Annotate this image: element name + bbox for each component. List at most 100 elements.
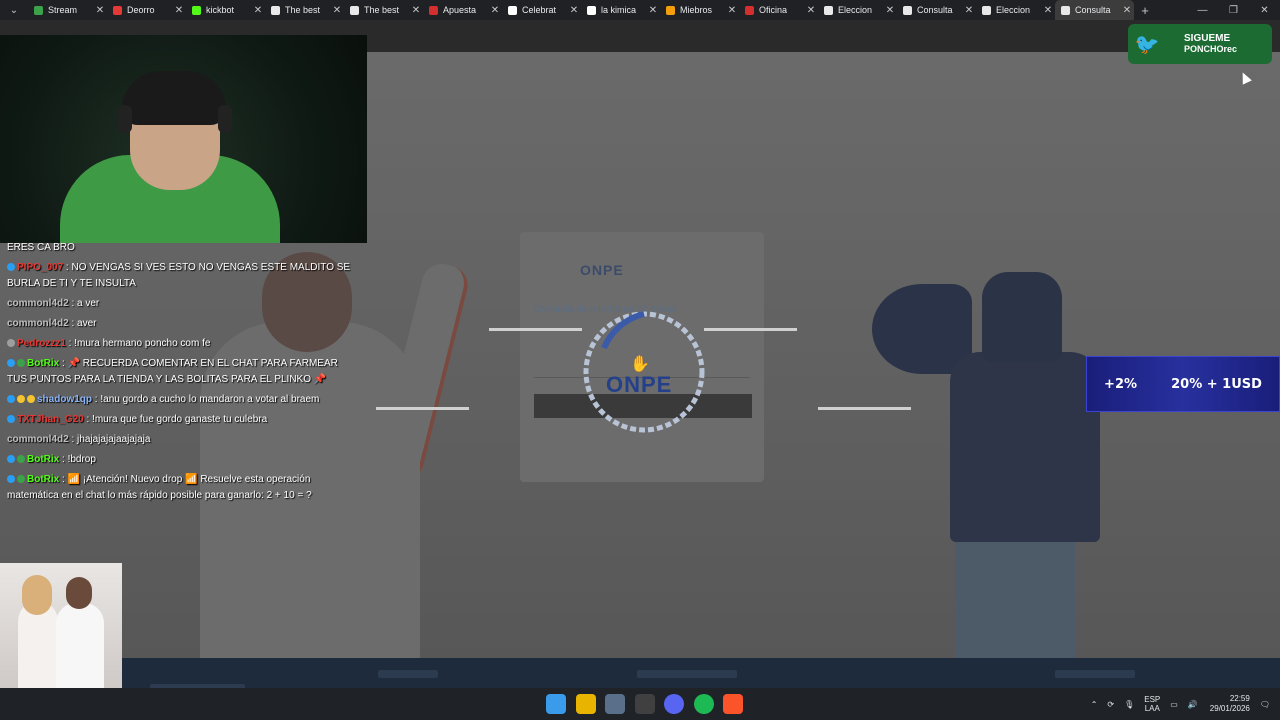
browser-tab[interactable]: Eleccion ✕ — [976, 0, 1055, 20]
chat-username[interactable]: BotRix — [27, 474, 59, 485]
windows-taskbar: ⌃ ⟳ 🎙 ESP LAA ▭ 🔊 22:59 29/01/2026 🗨 — [0, 688, 1280, 720]
megaphone-illustration — [872, 284, 972, 374]
chat-badge-icon — [7, 475, 15, 484]
clock-date: 29/01/2026 — [1209, 704, 1250, 713]
browser-tab[interactable]: Consulta ✕ — [897, 0, 976, 20]
footer-text — [378, 670, 438, 678]
loading-line — [818, 407, 911, 410]
discord-icon[interactable] — [664, 694, 684, 714]
browser-tab[interactable]: Celebrat ✕ — [502, 0, 581, 20]
chat-separator: : — [63, 262, 72, 273]
chat-username[interactable]: commonl4d2 — [7, 298, 69, 309]
footer-text — [637, 670, 737, 678]
window-controls: — ❐ ✕ — [1187, 5, 1280, 16]
notification-icon[interactable]: 🗨 — [1260, 700, 1270, 709]
ad-banner-left: +2% — [1104, 376, 1138, 392]
clock-time: 22:59 — [1229, 694, 1250, 703]
tab-favicon-icon — [903, 5, 912, 15]
browser-tab[interactable]: Consulta ✕ — [1055, 0, 1134, 20]
chat-username[interactable]: shadow1qp — [37, 394, 92, 405]
tab-close-icon[interactable]: ✕ — [962, 5, 976, 16]
browser-tab[interactable]: la kimica ✕ — [581, 0, 660, 20]
browser-tab[interactable]: Miebros ✕ — [660, 0, 739, 20]
tab-label: Oficina — [759, 5, 788, 15]
chat-username[interactable]: PIPO_007 — [17, 262, 63, 273]
chat-text: !mura hermano poncho com fe — [74, 338, 211, 349]
browser-tab[interactable]: The best ✕ — [344, 0, 423, 20]
chat-text: a ver — [77, 298, 100, 309]
tab-close-icon[interactable]: ✕ — [883, 5, 897, 16]
onpe-hand-icon: ✋ — [630, 356, 650, 373]
tab-label: Apuesta — [443, 5, 477, 15]
chrome-icon[interactable] — [575, 694, 596, 714]
chat-username[interactable]: commonl4d2 — [7, 318, 69, 329]
tab-close-icon[interactable]: ✕ — [409, 5, 423, 16]
windows-start-icon[interactable] — [546, 694, 566, 714]
chat-message: commonl4d2 : a ver — [0, 294, 360, 314]
photo-person-head — [22, 575, 52, 615]
obs-icon[interactable] — [634, 694, 655, 714]
chat-separator: : — [59, 454, 68, 465]
browser-tab[interactable]: kickbot ✕ — [186, 0, 265, 20]
chat-username[interactable]: Pedrozzz1 — [17, 338, 66, 349]
chat-badge-icon — [7, 339, 15, 348]
brave-icon[interactable] — [723, 694, 743, 714]
tab-close-icon[interactable]: ✕ — [251, 5, 265, 16]
volume-icon[interactable]: 🔊 — [1188, 700, 1198, 709]
maximize-button[interactable]: ❐ — [1218, 5, 1249, 16]
chat-badge-icon — [7, 359, 15, 368]
tab-favicon-icon — [666, 5, 675, 15]
tab-close-icon[interactable]: ✕ — [725, 5, 739, 16]
chat-message: BotRix : 📶 ¡Atención! Nuevo drop 📶 Resue… — [0, 470, 360, 506]
browser-tab[interactable]: Deorro ✕ — [107, 0, 186, 20]
ad-banner: +2% 20% + 1USD — [1086, 356, 1280, 412]
tab-search-icon[interactable]: ⌄ — [0, 0, 28, 20]
tab-label: The best — [364, 5, 400, 15]
chat-separator: : — [59, 358, 68, 369]
chat-message: BotRix : !bdrop — [0, 450, 360, 470]
loading-line — [376, 407, 469, 410]
tab-close-icon[interactable]: ✕ — [804, 5, 818, 16]
chat-badge-icon — [27, 395, 35, 404]
tab-close-icon[interactable]: ✕ — [330, 5, 344, 16]
chat-username[interactable]: commonl4d2 — [7, 434, 69, 445]
tab-close-icon[interactable]: ✕ — [1120, 5, 1134, 16]
browser-tab[interactable]: Oficina ✕ — [739, 0, 818, 20]
tab-favicon-icon — [350, 5, 359, 15]
network-icon[interactable]: ▭ — [1170, 700, 1178, 709]
tab-favicon-icon — [192, 5, 201, 15]
streamer-hair — [122, 71, 226, 125]
spotify-icon[interactable] — [693, 694, 714, 714]
browser-tab[interactable]: Apuesta ✕ — [423, 0, 502, 20]
tab-close-icon[interactable]: ✕ — [172, 5, 186, 16]
microphone-icon[interactable]: 🎙 — [1124, 700, 1134, 709]
site-footer — [0, 658, 1280, 688]
tab-close-icon[interactable]: ✕ — [93, 5, 107, 16]
clock[interactable]: 22:59 29/01/2026 — [1210, 694, 1250, 714]
chat-separator: : — [83, 414, 93, 425]
sync-icon[interactable]: ⟳ — [1107, 700, 1114, 709]
chat-text: aver — [77, 318, 97, 329]
new-tab-button[interactable]: + — [1134, 3, 1156, 18]
chat-badge-icon — [7, 395, 15, 404]
steam-icon[interactable] — [605, 694, 625, 714]
tab-close-icon[interactable]: ✕ — [646, 5, 660, 16]
chat-username[interactable]: TXTJhan_G20 — [17, 414, 84, 425]
tab-label: Eleccion — [838, 5, 873, 15]
chat-username[interactable]: BotRix — [27, 454, 59, 465]
chevron-up-icon[interactable]: ⌃ — [1091, 700, 1098, 709]
tab-close-icon[interactable]: ✕ — [567, 5, 581, 16]
loading-line — [704, 328, 797, 331]
close-window-button[interactable]: ✕ — [1249, 5, 1280, 16]
tab-favicon-icon — [587, 5, 596, 15]
browser-tab[interactable]: The best ✕ — [265, 0, 344, 20]
browser-tab[interactable]: Eleccion ✕ — [818, 0, 897, 20]
tab-close-icon[interactable]: ✕ — [488, 5, 502, 16]
chat-username[interactable]: BotRix — [27, 358, 59, 369]
language-indicator[interactable]: ESP LAA — [1144, 695, 1160, 713]
minimize-button[interactable]: — — [1187, 5, 1218, 16]
system-tray: ⌃ ⟳ 🎙 ESP LAA ▭ 🔊 22:59 29/01/2026 🗨 — [1081, 688, 1270, 720]
browser-tab[interactable]: Stream ✕ — [28, 0, 107, 20]
tab-close-icon[interactable]: ✕ — [1041, 5, 1055, 16]
tab-label: The best — [285, 5, 321, 15]
